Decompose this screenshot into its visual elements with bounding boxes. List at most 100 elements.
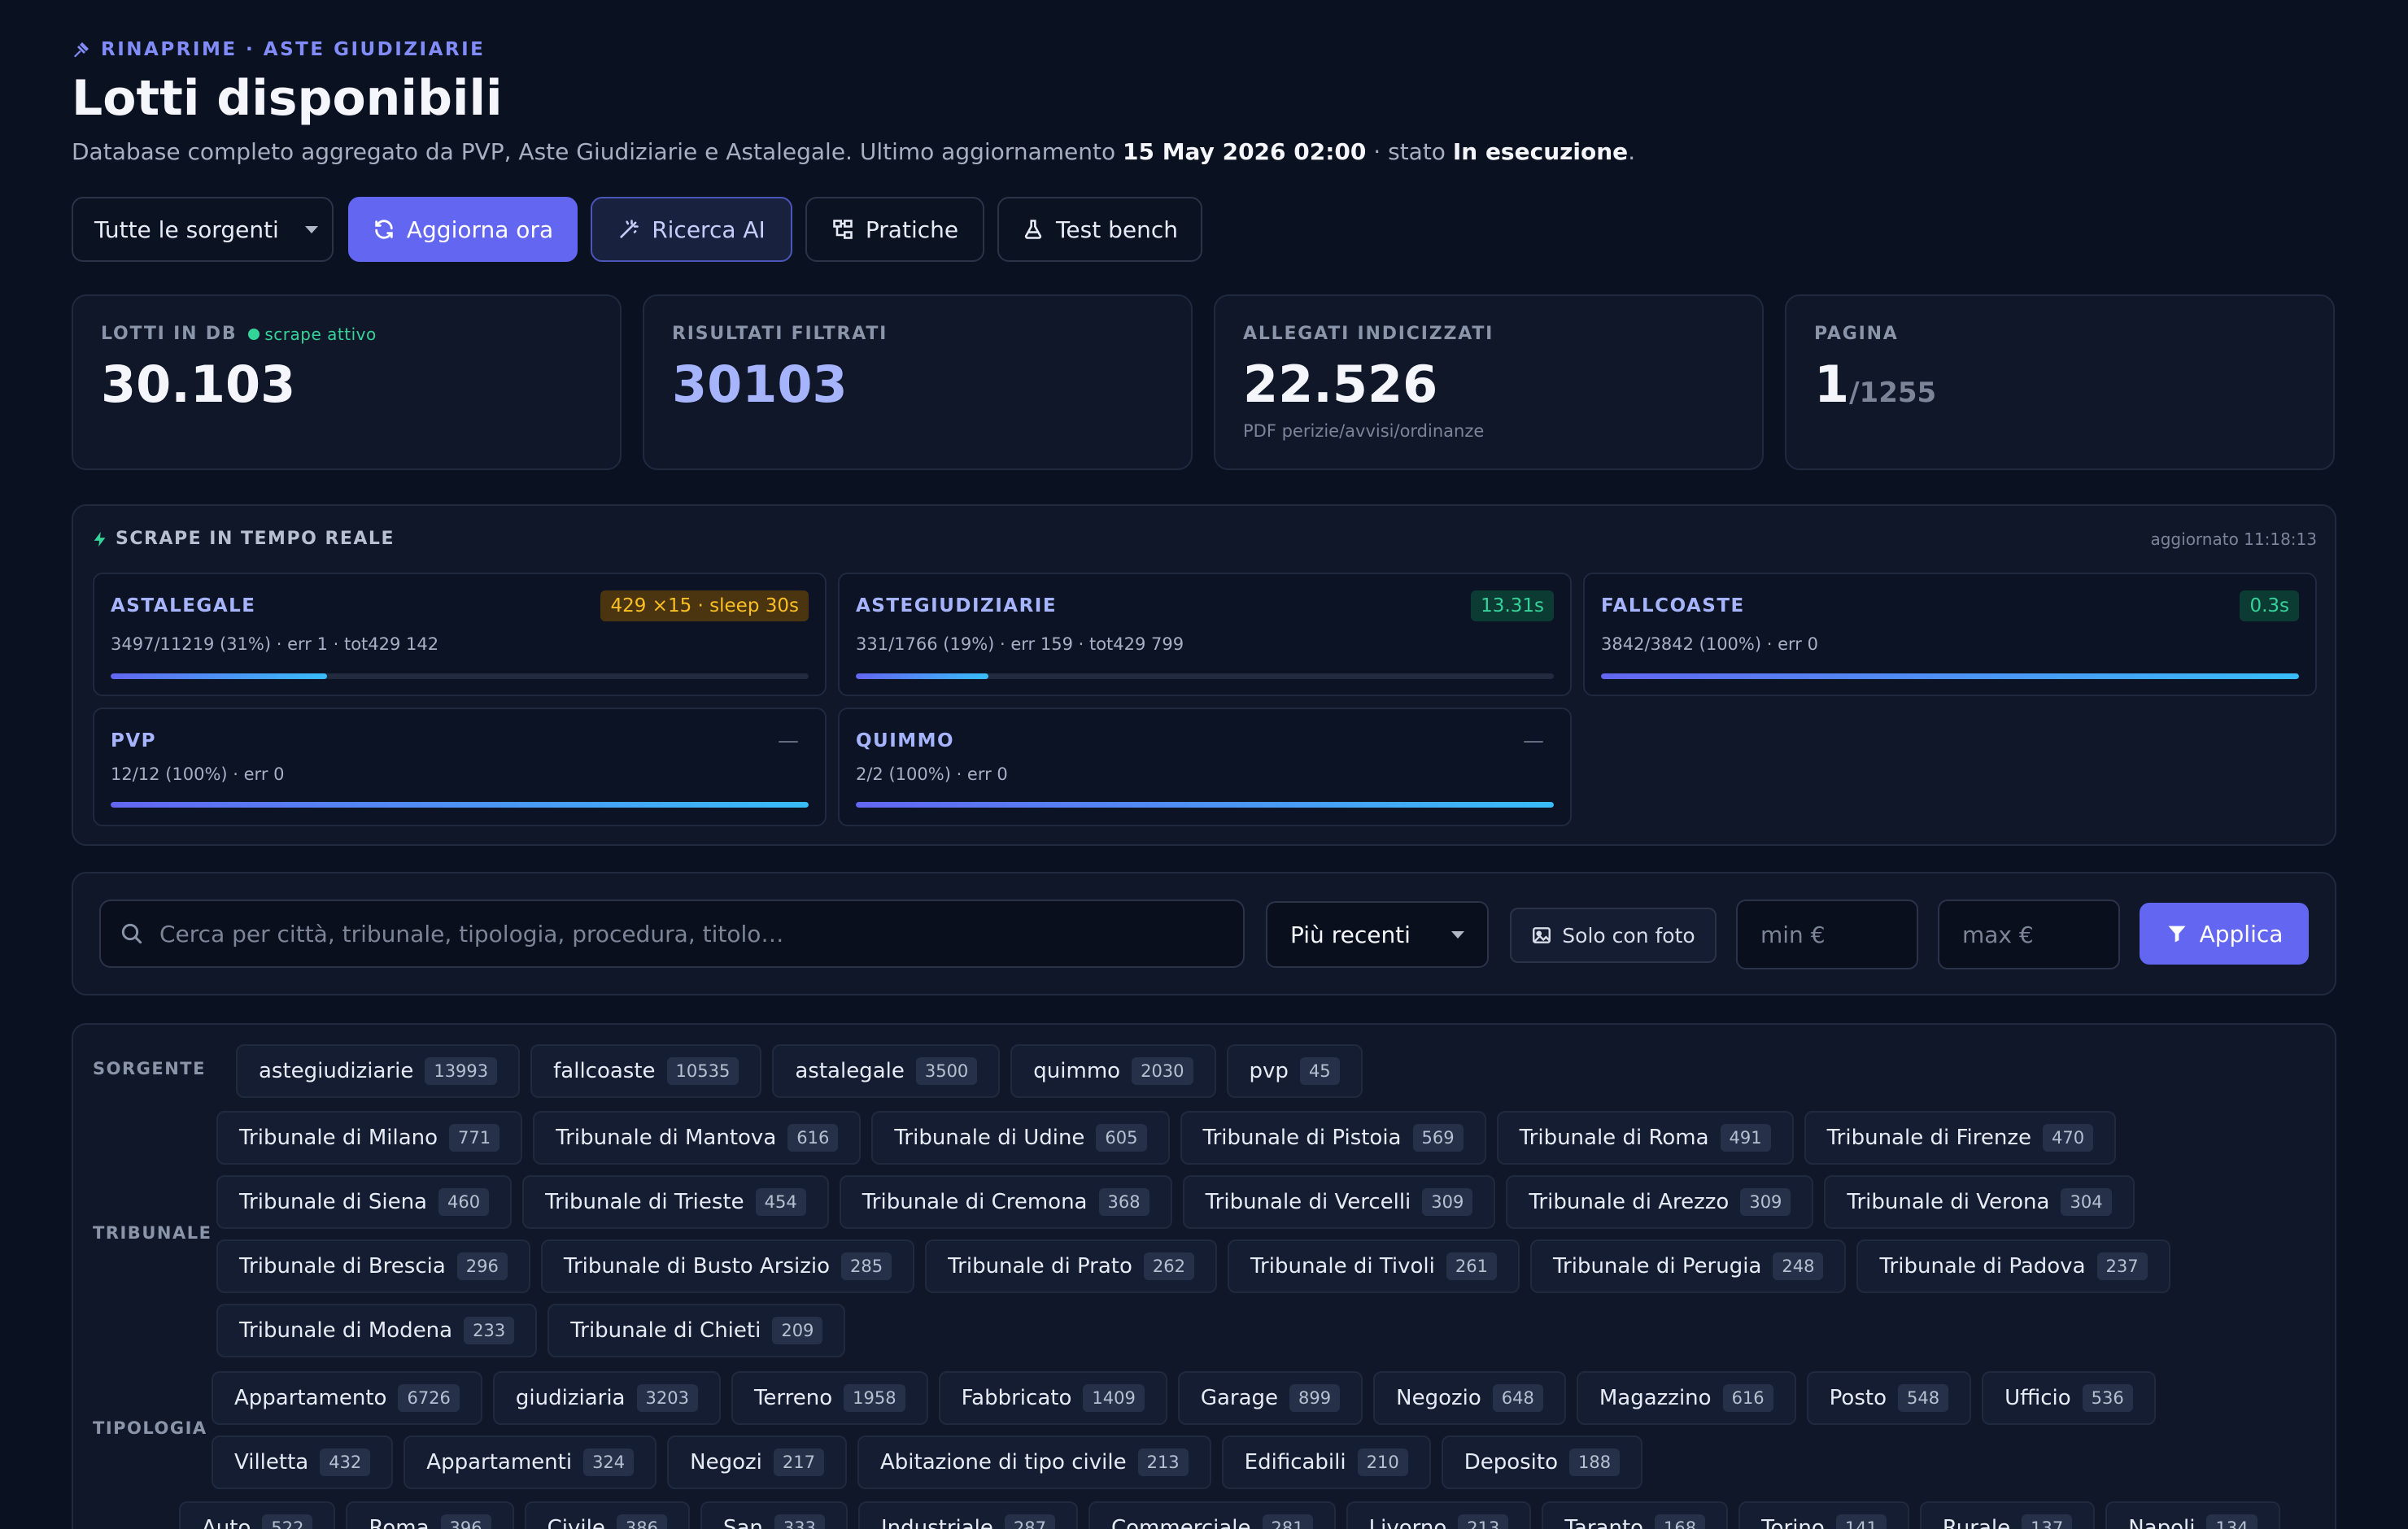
scrape-status: 3842/3842 (100%) · err 0 <box>1601 634 1818 654</box>
filter-chip[interactable]: quimmo 2030 <box>1010 1044 1216 1098</box>
tree-icon <box>833 220 853 239</box>
filter-chip-count: 285 <box>841 1252 892 1280</box>
filter-chip-label: Tribunale di Vercelli <box>1205 1190 1411 1214</box>
progress-bar <box>856 673 1554 679</box>
filter-chip[interactable]: Tribunale di Roma 491 <box>1496 1111 1794 1165</box>
filter-chip[interactable]: Tribunale di Milano 771 <box>216 1111 523 1165</box>
filter-chip[interactable]: Tribunale di Perugia 248 <box>1529 1239 1847 1293</box>
filter-chip[interactable]: Tribunale di Cremona 368 <box>839 1175 1172 1229</box>
filter-chip[interactable]: Garage 899 <box>1177 1371 1363 1425</box>
filter-chip[interactable]: Civile 386 <box>524 1501 690 1529</box>
filter-chip-count: 3500 <box>915 1057 978 1085</box>
filter-chip-label: Terreno <box>753 1386 833 1410</box>
image-icon <box>1533 927 1551 943</box>
source-select[interactable]: Tutte le sorgenti <box>72 197 334 262</box>
filter-chip[interactable]: Ufficio 536 <box>1982 1371 2156 1425</box>
filter-chip[interactable]: Livorno 213 <box>1346 1501 1532 1529</box>
scrape-badge: 13.31s <box>1471 590 1554 621</box>
filter-chip[interactable]: Magazzino 616 <box>1576 1371 1796 1425</box>
photo-only-toggle[interactable]: Solo con foto <box>1510 908 1717 963</box>
filter-chip[interactable]: Tribunale di Padova 237 <box>1856 1239 2170 1293</box>
filter-chip[interactable]: Tribunale di Trieste 454 <box>522 1175 829 1229</box>
progress-bar <box>856 802 1554 808</box>
scrape-badge: 0.3s <box>2240 590 2299 621</box>
filter-chip-count: 137 <box>2022 1514 2073 1529</box>
filter-chip-count: 237 <box>2096 1252 2148 1280</box>
filter-chip[interactable]: Tribunale di Tivoli 261 <box>1227 1239 1520 1293</box>
filter-chip[interactable]: Appartamenti 324 <box>404 1435 657 1489</box>
filter-chip[interactable]: Tribunale di Prato 262 <box>925 1239 1217 1293</box>
filter-chip-label: Tribunale di Perugia <box>1552 1254 1762 1279</box>
search-input[interactable] <box>159 920 1217 947</box>
filter-chip-count: 536 <box>2082 1384 2133 1412</box>
filter-chip[interactable]: Tribunale di Siena 460 <box>216 1175 513 1229</box>
filter-chip[interactable]: Commerciale 281 <box>1088 1501 1336 1529</box>
filter-chip[interactable]: San 333 <box>700 1501 848 1529</box>
filter-chip[interactable]: Posto 548 <box>1806 1371 1972 1425</box>
filter-chip-count: 45 <box>1299 1057 1340 1085</box>
filter-chip[interactable]: Roma 396 <box>346 1501 514 1529</box>
apply-button[interactable]: Applica <box>2140 903 2309 965</box>
filter-chip[interactable]: fallcoaste 10535 <box>530 1044 762 1098</box>
filter-chip[interactable]: Tribunale di Udine 605 <box>871 1111 1170 1165</box>
filter-chip[interactable]: Auto 522 <box>179 1501 336 1529</box>
stat-filtrati-card: RISULTATI FILTRATI 30103 <box>643 294 1193 470</box>
testbench-button[interactable]: Test bench <box>997 197 1202 262</box>
sort-select[interactable]: Più recenti <box>1266 901 1489 968</box>
filter-row: astegiudiziarie 13993 fallcoaste 10535 astal… <box>236 1044 1363 1098</box>
filter-chip[interactable]: giudiziaria 3203 <box>492 1371 721 1425</box>
refresh-icon <box>375 220 393 239</box>
filter-chip[interactable]: Napoli 134 <box>2105 1501 2280 1529</box>
pratiche-button[interactable]: Pratiche <box>805 197 984 262</box>
filter-chip[interactable]: Tribunale di Vercelli 309 <box>1182 1175 1496 1229</box>
filter-chip[interactable]: Rurale 137 <box>1919 1501 2096 1529</box>
filter-chip[interactable]: Negozio 648 <box>1373 1371 1566 1425</box>
filter-chip[interactable]: Abitazione di tipo civile 213 <box>857 1435 1211 1489</box>
refresh-button[interactable]: Aggiorna ora <box>348 197 578 262</box>
filter-chip[interactable]: Fabbricato 1409 <box>938 1371 1167 1425</box>
filter-chip-label: Tribunale di Mantova <box>556 1126 777 1150</box>
filter-chip[interactable]: Edificabili 210 <box>1221 1435 1431 1489</box>
filter-chip[interactable]: Tribunale di Modena 233 <box>216 1304 538 1357</box>
filter-chip-count: 213 <box>1137 1448 1189 1476</box>
filter-chip[interactable]: Tribunale di Brescia 296 <box>216 1239 530 1293</box>
filter-chip[interactable]: Taranto 168 <box>1542 1501 1729 1529</box>
filter-chip[interactable]: Terreno 1958 <box>731 1371 928 1425</box>
filter-chip-count: 309 <box>1422 1188 1473 1216</box>
filter-chip[interactable]: Industriale 287 <box>857 1501 1078 1529</box>
magic-wand-icon <box>620 220 639 238</box>
progress-fill <box>856 802 1554 808</box>
filter-chip-label: Rurale <box>1942 1516 2011 1529</box>
filter-chip[interactable]: Villetta 432 <box>212 1435 394 1489</box>
filter-chip-label: Tribunale di Verona <box>1847 1190 2050 1214</box>
filter-chip[interactable]: Appartamento 6726 <box>212 1371 482 1425</box>
max-price-input[interactable] <box>1962 921 2100 948</box>
filter-chip[interactable]: Tribunale di Arezzo 309 <box>1506 1175 1814 1229</box>
filter-chip[interactable]: Negozi 217 <box>667 1435 847 1489</box>
filter-chip[interactable]: Torino 141 <box>1738 1501 1909 1529</box>
filter-chip[interactable]: Tribunale di Mantova 616 <box>533 1111 862 1165</box>
filter-chip[interactable]: Tribunale di Firenze 470 <box>1804 1111 2117 1165</box>
filter-chip-label: giudiziaria <box>515 1386 626 1410</box>
scrape-source-name: FALLCOASTE <box>1601 595 1745 616</box>
filter-chip[interactable]: Deposito 188 <box>1441 1435 1643 1489</box>
filter-chip[interactable]: astegiudiziarie 13993 <box>236 1044 521 1098</box>
scrape-status: 2/2 (100%) · err 0 <box>856 764 1008 784</box>
filter-chip[interactable]: astalegale 3500 <box>772 1044 1001 1098</box>
min-price-input[interactable] <box>1760 921 1899 948</box>
filter-chip[interactable]: Tribunale di Chieti 209 <box>547 1304 846 1357</box>
filter-chip[interactable]: Tribunale di Pistoia 569 <box>1180 1111 1486 1165</box>
last-update-date: 15 May 2026 02:00 <box>1122 138 1367 165</box>
ai-search-button[interactable]: Ricerca AI <box>591 197 792 262</box>
filter-chip[interactable]: Tribunale di Busto Arsizio 285 <box>540 1239 915 1293</box>
filter-chip-count: 491 <box>1720 1124 1771 1152</box>
filter-chip-label: Tribunale di Prato <box>948 1254 1132 1279</box>
filter-chip-count: 648 <box>1492 1384 1543 1412</box>
filter-chip[interactable]: Tribunale di Verona 304 <box>1824 1175 2135 1229</box>
stat-filtrati-label: RISULTATI FILTRATI <box>672 324 888 344</box>
filter-chip-count: 6726 <box>398 1384 460 1412</box>
filter-chip[interactable]: pvp 45 <box>1226 1044 1363 1098</box>
scrape-title: SCRAPE IN TEMPO REALE <box>116 529 395 549</box>
scrape-card: QUIMMO — 2/2 (100%) · err 0 <box>838 708 1572 826</box>
subtitle-sep: · stato <box>1366 138 1453 165</box>
